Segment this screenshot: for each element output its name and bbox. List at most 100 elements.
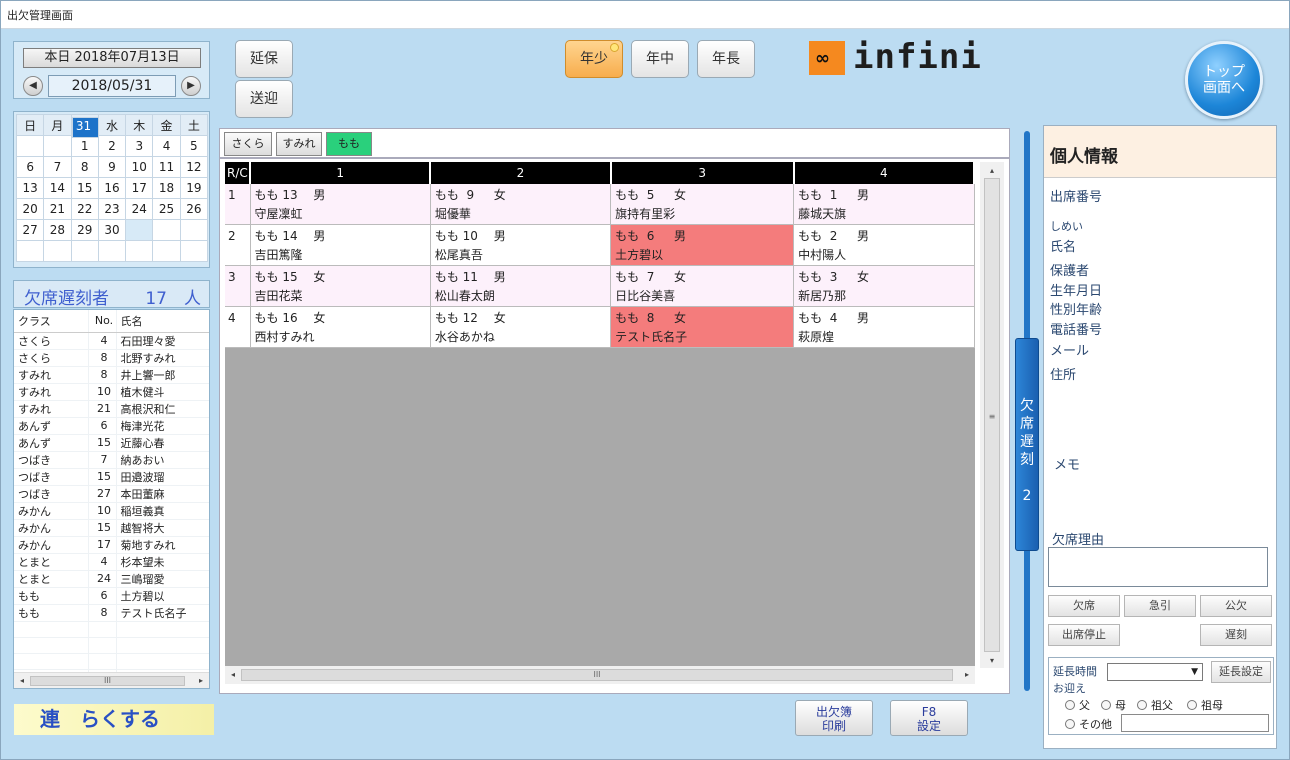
list-item[interactable]: とまと 24 三嶋瑠愛: [14, 570, 209, 588]
calendar-day[interactable]: 27: [15, 219, 45, 241]
list-item[interactable]: あんず 15 近藤心春: [14, 434, 209, 452]
calendar-day[interactable]: 9: [97, 156, 127, 178]
radio-other[interactable]: その他: [1065, 716, 1112, 732]
list-item[interactable]: みかん 15 越智将大: [14, 519, 209, 537]
calendar-day-selected[interactable]: 31: [72, 117, 99, 138]
grid-vscroll[interactable]: ▴ ≡ ▾: [980, 162, 1004, 668]
other-input[interactable]: [1121, 714, 1269, 732]
tab-sakura[interactable]: さくら: [224, 132, 272, 156]
reason-field[interactable]: [1048, 547, 1268, 587]
scroll-down-icon[interactable]: ▾: [986, 654, 998, 667]
f8-settings-button[interactable]: F8 設定: [890, 700, 968, 736]
radio-father[interactable]: 父: [1065, 697, 1090, 713]
tab-sumire[interactable]: すみれ: [276, 132, 322, 156]
list-item[interactable]: とまと 4 杉本望未: [14, 553, 209, 571]
encho-button[interactable]: 延保: [235, 40, 293, 78]
calendar-day[interactable]: 16: [97, 177, 127, 199]
calendar-day[interactable]: 23: [97, 198, 127, 220]
calendar-day[interactable]: 3: [125, 135, 154, 157]
list-item[interactable]: すみれ 10 植木健斗: [14, 383, 209, 401]
radio-icon[interactable]: [1187, 700, 1197, 710]
calendar-day[interactable]: 29: [70, 219, 99, 241]
radio-mother[interactable]: 母: [1101, 697, 1126, 713]
scroll-left-icon[interactable]: ◂: [16, 674, 28, 687]
grade-tab-nenchu[interactable]: 年中: [631, 40, 689, 78]
calendar-day[interactable]: 20: [15, 198, 45, 220]
today-button[interactable]: 本日 2018年07月13日: [23, 48, 201, 68]
calendar-day[interactable]: [179, 219, 209, 241]
list-item[interactable]: つばき 7 納あおい: [14, 451, 209, 469]
student-cell[interactable]: もも 6 男土方碧以: [610, 224, 795, 266]
scroll-thumb[interactable]: III: [30, 676, 185, 686]
student-cell[interactable]: もも 14 男吉田篤隆: [250, 224, 431, 266]
radio-grandfather[interactable]: 祖父: [1137, 697, 1173, 713]
list-item[interactable]: もも 8 テスト氏名子: [14, 604, 209, 622]
renraku-banner[interactable]: 連 らくする: [14, 704, 214, 735]
radio-grandmother[interactable]: 祖母: [1187, 697, 1223, 713]
tab-momo[interactable]: もも: [326, 132, 372, 156]
next-date-icon[interactable]: ▶: [181, 76, 201, 96]
early-leave-button[interactable]: 急引: [1124, 595, 1196, 617]
list-item[interactable]: さくら 8 北野すみれ: [14, 349, 209, 367]
calendar-day[interactable]: 10: [125, 156, 154, 178]
radio-icon[interactable]: [1137, 700, 1147, 710]
list-item[interactable]: みかん 10 稲垣義真: [14, 502, 209, 520]
student-cell[interactable]: もも 15 女吉田花菜: [250, 265, 431, 307]
calendar-day[interactable]: 14: [43, 177, 72, 199]
calendar-day[interactable]: 5: [179, 135, 209, 157]
calendar-day[interactable]: 26: [179, 198, 209, 220]
student-cell[interactable]: もも 1 男藤城天旗: [793, 184, 975, 225]
extension-set-button[interactable]: 延長設定: [1211, 661, 1271, 683]
calendar-day[interactable]: 28: [43, 219, 72, 241]
top-screen-button[interactable]: トップ 画面へ: [1185, 41, 1263, 119]
calendar-day[interactable]: [43, 135, 72, 157]
scroll-left-icon[interactable]: ◂: [227, 668, 239, 681]
list-item[interactable]: もも 6 土方碧以: [14, 587, 209, 605]
official-absence-button[interactable]: 公欠: [1200, 595, 1272, 617]
calendar-day[interactable]: 24: [125, 198, 154, 220]
student-cell[interactable]: もも 8 女テスト氏名子: [610, 306, 795, 348]
calendar-day[interactable]: 17: [125, 177, 154, 199]
calendar-day[interactable]: 22: [70, 198, 99, 220]
radio-icon[interactable]: [1101, 700, 1111, 710]
radio-icon[interactable]: [1065, 719, 1075, 729]
student-cell[interactable]: もも 10 男松尾真吾: [430, 224, 612, 266]
list-item[interactable]: みかん 17 菊地すみれ: [14, 536, 209, 554]
calendar-day[interactable]: 18: [152, 177, 181, 199]
calendar-day[interactable]: [15, 135, 45, 157]
student-cell[interactable]: もも 4 男萩原煌: [793, 306, 975, 348]
student-cell[interactable]: もも 9 女堀優華: [430, 184, 612, 225]
calendar-day[interactable]: 11: [152, 156, 181, 178]
calendar-day[interactable]: 30: [97, 219, 127, 241]
calendar-day[interactable]: 1: [70, 135, 99, 157]
list-item[interactable]: つばき 27 本田董麻: [14, 485, 209, 503]
grade-tab-nencho[interactable]: 年長: [697, 40, 755, 78]
prev-date-icon[interactable]: ◀: [23, 76, 43, 96]
absentee-hscroll[interactable]: ◂ III ▸: [14, 672, 209, 688]
student-cell[interactable]: もも 3 女新居乃那: [793, 265, 975, 307]
calendar-day[interactable]: 15: [70, 177, 99, 199]
calendar-day[interactable]: 8: [70, 156, 99, 178]
calendar-day[interactable]: 7: [43, 156, 72, 178]
calendar-day[interactable]: 21: [43, 198, 72, 220]
student-cell[interactable]: もも 5 女旗持有里彩: [610, 184, 795, 225]
sougei-button[interactable]: 送迎: [235, 80, 293, 118]
calendar-day[interactable]: 19: [179, 177, 209, 199]
calendar-day[interactable]: 25: [152, 198, 181, 220]
scroll-thumb[interactable]: ≡: [984, 178, 1000, 652]
student-cell[interactable]: もも 2 男中村陽人: [793, 224, 975, 266]
list-item[interactable]: すみれ 21 高根沢和仁: [14, 400, 209, 418]
calendar-day[interactable]: 13: [15, 177, 45, 199]
scroll-right-icon[interactable]: ▸: [961, 668, 973, 681]
late-absence-button[interactable]: 欠席遅刻 2: [1015, 338, 1039, 551]
late-button[interactable]: 遅刻: [1200, 624, 1272, 646]
scroll-right-icon[interactable]: ▸: [195, 674, 207, 687]
list-item[interactable]: つばき 15 田邉波瑠: [14, 468, 209, 486]
scroll-up-icon[interactable]: ▴: [986, 164, 998, 177]
current-date-field[interactable]: 2018/05/31: [48, 75, 176, 97]
radio-icon[interactable]: [1065, 700, 1075, 710]
student-cell[interactable]: もも 13 男守屋凜虹: [250, 184, 431, 225]
calendar-day[interactable]: 2: [97, 135, 127, 157]
calendar-day[interactable]: 6: [15, 156, 45, 178]
student-cell[interactable]: もも 12 女水谷あかね: [430, 306, 612, 348]
